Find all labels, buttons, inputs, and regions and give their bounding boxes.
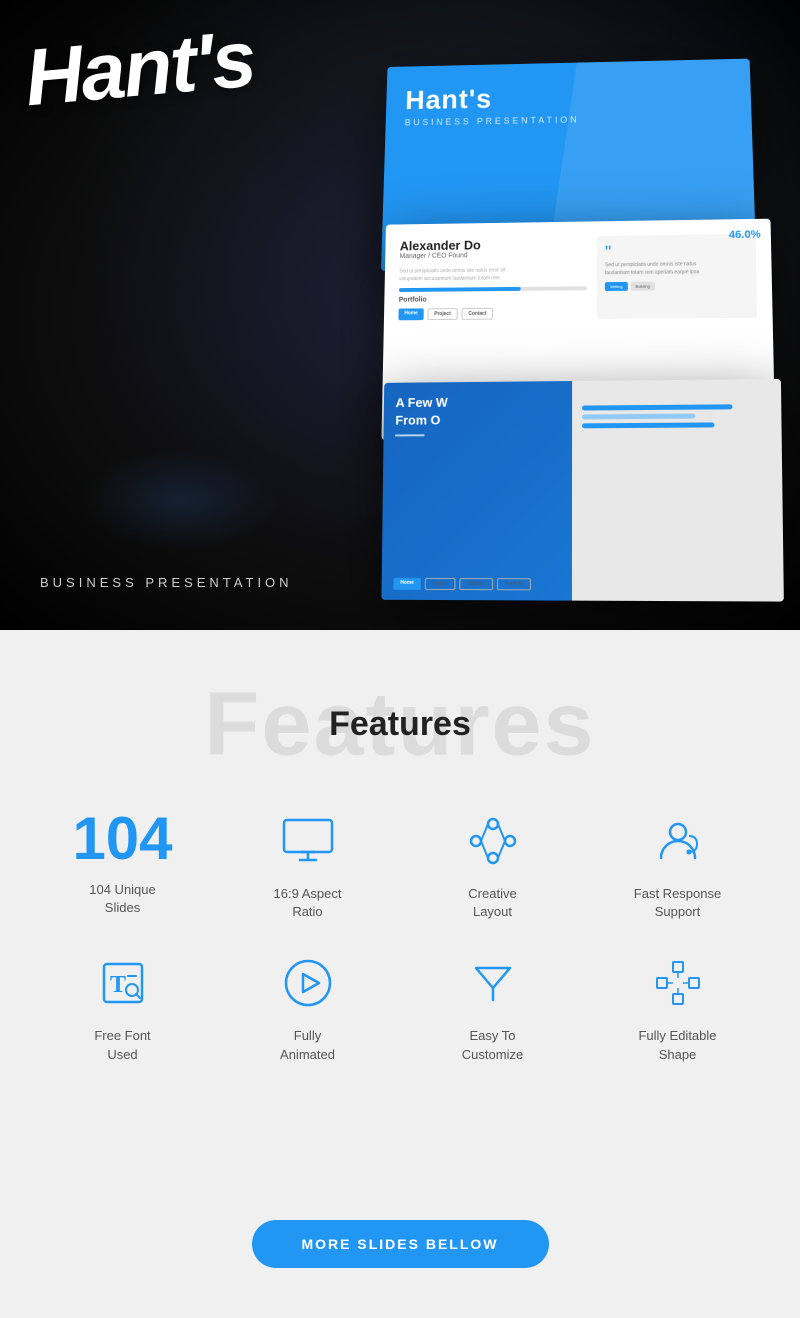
feature-slides: 104 104 UniqueSlides <box>40 809 205 921</box>
feature-layout: CreativeLayout <box>410 809 575 921</box>
hero-section: Hant's Hant's BUSINESS PRESENTATION Alex… <box>0 0 800 630</box>
feature-slides-number: 104 <box>72 809 172 869</box>
slides-stack: Hant's BUSINESS PRESENTATION Alexander D… <box>300 60 780 580</box>
feature-animated-label: FullyAnimated <box>280 1027 335 1063</box>
feature-editable: Fully EditableShape <box>595 951 760 1063</box>
feature-customize-label: Easy ToCustomize <box>462 1027 523 1063</box>
slide-mid-role: Manager / CEO Found <box>400 251 588 260</box>
svg-text:T: T <box>110 972 126 998</box>
slide-mid-text: Sed ut perspiciatis unde omnis iste natu… <box>399 266 587 284</box>
features-title: Features <box>40 690 760 759</box>
feature-support-label: Fast ResponseSupport <box>634 885 721 921</box>
feature-font-label: Free FontUsed <box>94 1027 150 1063</box>
nodes-icon <box>461 809 525 873</box>
features-section: Features Features 104 104 UniqueSlides 1… <box>0 630 800 1200</box>
slide-bot-text: A Few WFrom O <box>395 393 560 430</box>
earth-decoration <box>80 450 280 550</box>
feature-animated: FullyAnimated <box>225 951 390 1063</box>
slide-mid-btn-home: Home <box>398 308 423 320</box>
monitor-icon <box>276 809 340 873</box>
support-icon <box>646 809 710 873</box>
feature-editable-label: Fully EditableShape <box>638 1027 716 1063</box>
feature-layout-label: CreativeLayout <box>468 885 516 921</box>
font-icon: T <box>91 951 155 1015</box>
slide-bot: A Few WFrom O Home Project Contact Portf… <box>381 379 783 602</box>
feature-font: T Free FontUsed <box>40 951 205 1063</box>
quote-icon: " <box>605 242 748 262</box>
slide-mid-portfolio: Portfolio <box>399 295 587 304</box>
hero-subtitle: BUSINESS PRESENTATION <box>40 575 293 590</box>
cta-section: MORE SLIDES BELLOW <box>0 1200 800 1318</box>
slide-mid-btn-project: Project <box>427 308 457 320</box>
features-grid: 104 104 UniqueSlides 16:9 AspectRatio <box>40 809 760 1064</box>
play-icon <box>276 951 340 1015</box>
cta-button[interactable]: MORE SLIDES BELLOW <box>252 1220 549 1268</box>
feature-slides-label: 104 UniqueSlides <box>89 881 156 917</box>
feature-aspect-label: 16:9 AspectRatio <box>274 885 342 921</box>
features-header: Features Features <box>40 690 760 759</box>
hero-title: Hant's <box>22 21 257 117</box>
filter-icon <box>461 951 525 1015</box>
slide-mid-stat: 46.0% <box>729 229 761 241</box>
feature-customize: Easy ToCustomize <box>410 951 575 1063</box>
shape-icon <box>646 951 710 1015</box>
feature-support: Fast ResponseSupport <box>595 809 760 921</box>
feature-aspect: 16:9 AspectRatio <box>225 809 390 921</box>
slide-mid-btn-contact: Contact <box>461 308 493 320</box>
